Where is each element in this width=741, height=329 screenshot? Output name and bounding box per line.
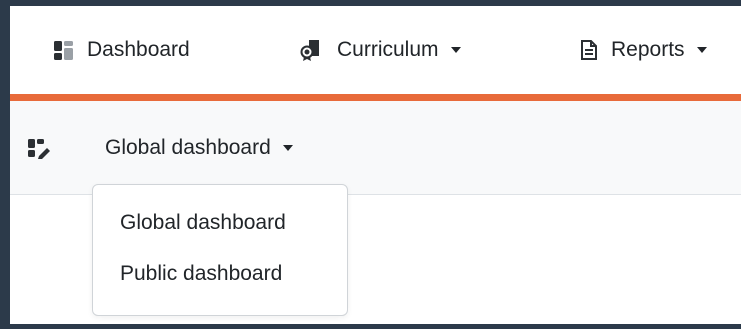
- dropdown-item-global-dashboard[interactable]: Global dashboard: [120, 211, 286, 235]
- dashboard-edit-icon[interactable]: [28, 139, 52, 164]
- curriculum-icon: [299, 39, 323, 61]
- dashboard-select-toggle[interactable]: Global dashboard: [105, 101, 293, 194]
- chevron-down-icon: [696, 47, 707, 53]
- nav-dashboard-label: Dashboard: [87, 38, 190, 61]
- dashboard-select-label: Global dashboard: [105, 135, 271, 159]
- nav-curriculum-label: Curriculum: [337, 38, 439, 61]
- nav-dashboard[interactable]: Dashboard: [54, 6, 190, 94]
- nav-reports[interactable]: Reports: [581, 6, 707, 94]
- chevron-down-icon: [282, 144, 293, 151]
- accent-bar: [10, 94, 741, 101]
- dashboard-dropdown-menu: Global dashboard Public dashboard: [92, 184, 348, 316]
- nav-curriculum[interactable]: Curriculum: [299, 6, 461, 94]
- chevron-down-icon: [450, 47, 461, 53]
- top-navbar: Dashboard Curriculum Reports: [10, 6, 741, 94]
- app-window: Dashboard Curriculum Reports Global dash…: [10, 6, 741, 324]
- report-icon: [581, 40, 597, 60]
- sub-navbar: Global dashboard: [10, 101, 741, 195]
- nav-reports-label: Reports: [611, 38, 685, 61]
- dashboard-icon: [54, 40, 73, 60]
- dropdown-item-public-dashboard[interactable]: Public dashboard: [120, 262, 282, 286]
